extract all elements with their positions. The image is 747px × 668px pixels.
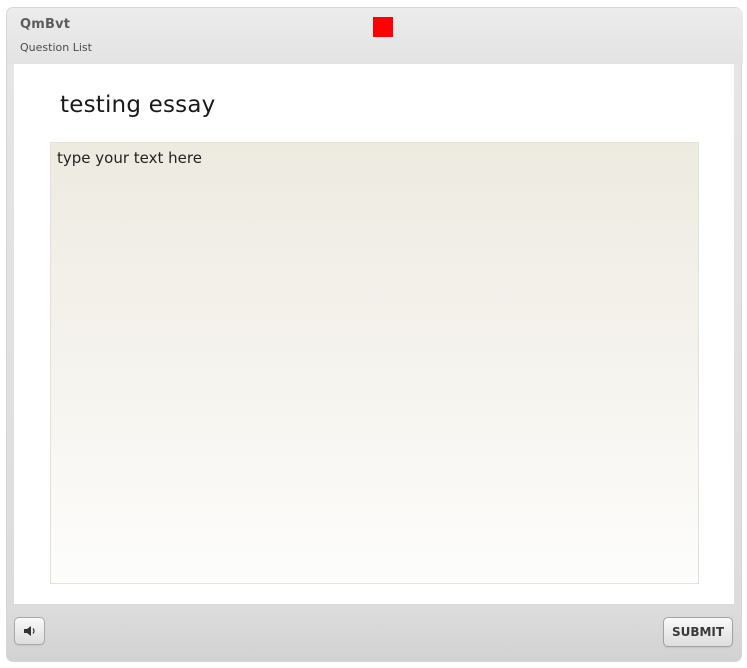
quiz-player-window: QmBvt Question List testing essay SUBMIT (6, 7, 743, 662)
quiz-title: QmBvt (20, 17, 71, 32)
submit-button[interactable]: SUBMIT (663, 617, 733, 647)
question-content: testing essay (14, 64, 734, 604)
question-list-link[interactable]: Question List (20, 41, 92, 54)
red-marker-icon (373, 17, 393, 37)
question-title: testing essay (60, 92, 216, 118)
audio-toggle-button[interactable] (14, 617, 45, 645)
quiz-footer: SUBMIT (7, 605, 741, 661)
essay-answer-field[interactable] (50, 142, 699, 584)
quiz-header: QmBvt Question List (7, 8, 743, 64)
speaker-icon (23, 626, 35, 636)
